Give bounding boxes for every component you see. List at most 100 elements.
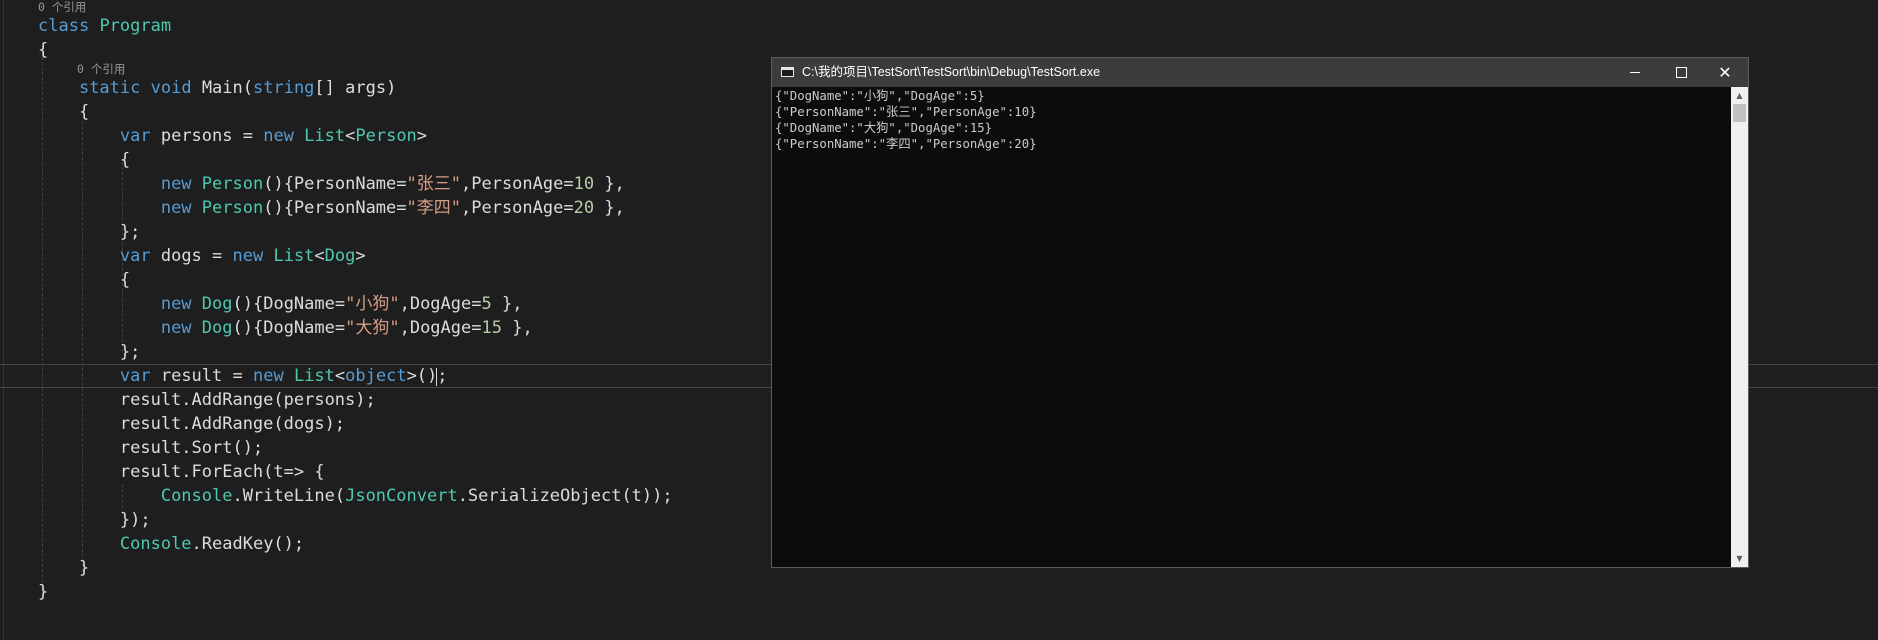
code-token: (){PersonName= <box>263 198 407 218</box>
code-token: result.AddRange(dogs); <box>38 414 346 434</box>
code-token: List <box>273 246 315 266</box>
codelens-references-program[interactable]: 0 个引用 <box>38 0 86 14</box>
code-line: { <box>38 268 130 292</box>
code-token: ,PersonAge= <box>461 198 574 218</box>
code-token: Program <box>99 16 172 36</box>
code-line: { <box>38 100 89 124</box>
scroll-up-button[interactable]: ▲ <box>1731 87 1748 104</box>
code-token: }; <box>38 222 141 242</box>
code-token: ,DogAge= <box>399 294 482 314</box>
code-token: }, <box>491 294 523 314</box>
code-token: 10 <box>573 174 595 194</box>
code-token: result.Sort(); <box>38 438 264 458</box>
editor-margin <box>0 0 4 640</box>
scroll-thumb[interactable] <box>1733 104 1746 122</box>
console-scrollbar[interactable]: ▲ ▼ <box>1731 87 1748 567</box>
code-token: 15 <box>481 318 502 338</box>
code-token: Dog <box>324 246 356 266</box>
console-window[interactable]: C:\我的项目\TestSort\TestSort\bin\Debug\Test… <box>771 57 1749 568</box>
code-token: dogs = <box>150 246 233 266</box>
code-token: persons = <box>150 126 264 146</box>
text-caret <box>436 368 437 386</box>
console-output-line: {"DogName":"大狗","DogAge":15} <box>775 121 993 135</box>
code-line: } <box>38 580 48 604</box>
code-line: }; <box>38 220 140 244</box>
code-token: "小狗" <box>345 294 400 314</box>
code-token: .SerializeObject(t)); <box>457 486 673 506</box>
code-token: { <box>38 102 90 122</box>
code-token: List <box>304 126 346 146</box>
code-token: new <box>160 198 192 218</box>
code-token: Person <box>201 198 264 218</box>
code-token: ,PersonAge= <box>461 174 574 194</box>
code-token: { <box>38 270 131 290</box>
code-token: var <box>119 366 151 386</box>
code-token: }, <box>594 198 625 218</box>
code-token: class <box>38 16 90 36</box>
code-token: var <box>119 246 151 266</box>
code-line: var result = new List<object>(); <box>38 364 448 388</box>
code-token: . <box>232 486 243 506</box>
minimize-button[interactable] <box>1612 58 1658 87</box>
code-line: new Person(){PersonName="张三",PersonAge=1… <box>38 172 625 196</box>
code-token: }, <box>501 318 533 338</box>
codelens-references-main[interactable]: 0 个引用 <box>77 62 125 76</box>
code-line: static void Main(string[] args) <box>38 76 396 100</box>
code-token: < <box>314 246 325 266</box>
close-button[interactable]: ✕ <box>1702 58 1748 87</box>
code-token: new <box>160 174 192 194</box>
code-token: object <box>345 366 407 386</box>
scroll-down-button[interactable]: ▼ <box>1731 550 1748 567</box>
minimize-icon <box>1630 71 1640 73</box>
code-token: (){DogName= <box>232 318 346 338</box>
scroll-up-arrow-icon: ▲ <box>1736 91 1743 100</box>
code-token: { <box>38 150 131 170</box>
code-token: "张三" <box>406 174 461 194</box>
close-icon: ✕ <box>1718 63 1732 82</box>
console-titlebar[interactable]: C:\我的项目\TestSort\TestSort\bin\Debug\Test… <box>772 58 1748 87</box>
code-line: new Person(){PersonName="李四",PersonAge=2… <box>38 196 625 220</box>
code-token: result.AddRange(persons); <box>38 390 376 410</box>
code-token: .ReadKey(); <box>191 534 305 554</box>
console-output: {"DogName":"小狗","DogAge":5} {"PersonName… <box>775 88 1730 566</box>
code-token: [] args) <box>314 78 397 98</box>
code-token: result = <box>150 366 253 386</box>
code-token: < <box>345 126 356 146</box>
code-token: List <box>293 366 335 386</box>
code-token: } <box>38 558 90 578</box>
console-output-line: {"PersonName":"张三","PersonAge":10} <box>775 105 1037 119</box>
code-line: }; <box>38 340 140 364</box>
console-output-line: {"DogName":"小狗","DogAge":5} <box>775 89 985 103</box>
maximize-button[interactable] <box>1658 58 1704 87</box>
code-token: 20 <box>573 198 595 218</box>
code-line: result.ForEach(t=> { <box>38 460 325 484</box>
code-token: > <box>416 126 428 146</box>
code-line: }); <box>38 508 151 532</box>
code-token: { <box>38 40 49 60</box>
code-line: class Program <box>38 14 171 38</box>
code-token: static <box>78 78 141 98</box>
code-line: var dogs = new List<Dog> <box>38 244 366 268</box>
code-line: { <box>38 148 130 172</box>
code-token: Console <box>119 534 192 554</box>
code-token: >(); <box>406 366 448 386</box>
code-token: > <box>355 246 366 266</box>
console-app-icon[interactable] <box>781 67 794 77</box>
code-token: (){PersonName= <box>263 174 407 194</box>
code-token: }); <box>38 510 151 530</box>
maximize-icon <box>1675 66 1687 78</box>
